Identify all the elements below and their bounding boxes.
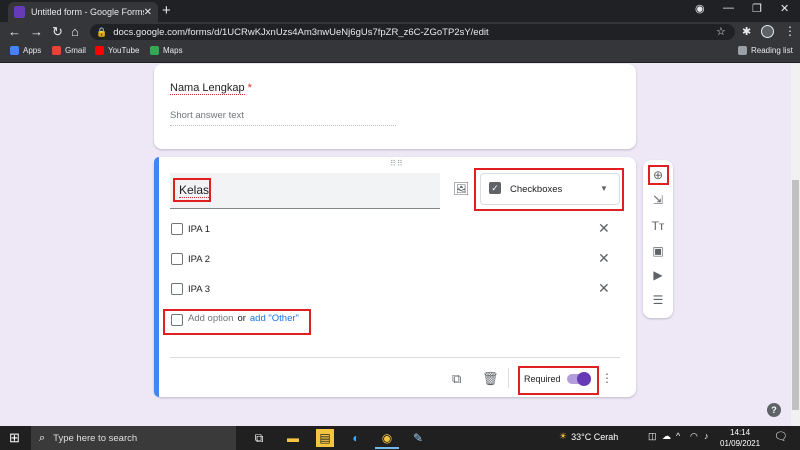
required-asterisk: *: [247, 82, 252, 94]
highlight-title: [173, 178, 211, 202]
extensions-icon[interactable]: ✱: [742, 25, 751, 38]
remove-option-icon[interactable]: ✕: [598, 220, 610, 237]
clock[interactable]: 14:14 01/09/2021: [720, 427, 760, 449]
maps-icon: [150, 46, 159, 55]
remove-option-icon[interactable]: ✕: [598, 250, 610, 267]
add-title-icon[interactable]: Tт: [650, 218, 666, 234]
home-icon[interactable]: ⌂: [71, 24, 79, 39]
option-checkbox: [171, 283, 183, 295]
taskbar-search[interactable]: ⌕ Type here to search: [31, 426, 236, 450]
question-title-text: Nama Lengkap: [170, 82, 245, 95]
highlight-add-question: [648, 165, 669, 185]
bookmark-label: Apps: [23, 46, 42, 55]
chrome-icon[interactable]: ◉: [378, 429, 396, 447]
import-questions-icon[interactable]: ⇲: [650, 192, 666, 208]
tab-title: Untitled form - Google Forms: [31, 7, 144, 17]
bookmark-gmail[interactable]: Gmail: [52, 46, 86, 55]
more-options-icon[interactable]: ⋮: [601, 371, 613, 385]
active-card-accent: [154, 157, 159, 397]
option-label[interactable]: IPA 3: [188, 284, 210, 295]
add-image-icon[interactable]: ▣: [650, 243, 666, 259]
active-app-indicator: [375, 447, 399, 449]
drag-handle-icon[interactable]: ⠿⠿: [390, 159, 404, 168]
restore-button[interactable]: ❐: [752, 2, 762, 15]
highlight-type: [474, 168, 624, 211]
browser-tab[interactable]: Untitled form - Google Forms ✕: [8, 2, 158, 22]
windows-start-icon[interactable]: ⊞: [9, 430, 20, 446]
reading-list-icon: [738, 46, 747, 55]
add-section-icon[interactable]: ☰: [650, 292, 666, 308]
edge-icon[interactable]: ◐: [347, 429, 365, 447]
task-view-icon[interactable]: ⧉: [250, 429, 268, 447]
bookmark-label: YouTube: [108, 46, 140, 55]
forms-favicon-icon: [14, 6, 25, 18]
url-host: docs.google.com: [113, 26, 186, 38]
wifi-icon[interactable]: ◠: [690, 431, 698, 442]
reading-list[interactable]: Reading list: [738, 46, 793, 55]
profile-avatar[interactable]: [761, 25, 774, 38]
bookmark-label: Maps: [163, 46, 183, 55]
option-checkbox: [171, 253, 183, 265]
weather-text: 33°C Cerah: [571, 431, 619, 442]
volume-icon[interactable]: ♪: [704, 431, 709, 441]
forward-icon[interactable]: →: [30, 24, 43, 39]
clock-date: 01/09/2021: [720, 439, 761, 448]
apps-grid-icon: [10, 46, 19, 55]
footer-separator: [508, 368, 509, 388]
highlight-add-option: [163, 309, 311, 335]
gmail-icon: [52, 46, 61, 55]
search-icon: ⌕: [39, 431, 46, 444]
add-image-icon[interactable]: 🖼: [453, 181, 470, 197]
reload-icon[interactable]: ↻: [52, 24, 63, 40]
paint-icon[interactable]: ✎: [409, 429, 427, 447]
clock-time: 14:14: [730, 428, 751, 437]
sun-icon: ☀: [559, 431, 568, 441]
sticky-notes-icon[interactable]: ▤: [316, 429, 334, 447]
back-icon[interactable]: ←: [8, 24, 21, 39]
help-icon[interactable]: ?: [767, 403, 781, 417]
minimize-button[interactable]: —: [723, 2, 734, 14]
question-card-nama[interactable]: [154, 64, 636, 149]
remove-option-icon[interactable]: ✕: [598, 280, 610, 297]
delete-icon[interactable]: 🗑: [482, 371, 499, 387]
notification-icon[interactable]: 🗨: [774, 430, 788, 443]
card-footer-divider: [170, 357, 620, 358]
question-title: Nama Lengkap *: [170, 82, 252, 95]
file-explorer-icon[interactable]: ▬: [284, 429, 302, 447]
youtube-icon: [95, 46, 104, 55]
option-checkbox: [171, 223, 183, 235]
close-tab-icon[interactable]: ✕: [144, 7, 152, 18]
reading-list-label: Reading list: [751, 46, 793, 55]
scrollbar-thumb[interactable]: [792, 180, 799, 410]
highlight-required: [518, 366, 599, 395]
close-window-button[interactable]: ✕: [780, 2, 789, 15]
search-placeholder: Type here to search: [53, 432, 138, 444]
option-label[interactable]: IPA 1: [188, 224, 210, 235]
bookmark-youtube[interactable]: YouTube: [95, 46, 139, 55]
cloud-icon[interactable]: ☁: [662, 431, 671, 442]
new-tab-button[interactable]: +: [162, 2, 171, 19]
lock-icon: 🔒: [96, 26, 108, 37]
add-video-icon[interactable]: ▶: [650, 267, 666, 283]
bookmark-star-icon[interactable]: ☆: [716, 25, 726, 38]
duplicate-icon[interactable]: ⧉: [452, 371, 461, 387]
bookmark-label: Gmail: [65, 46, 86, 55]
weather-widget[interactable]: ☀ 33°C Cerah: [559, 431, 618, 442]
show-hidden-icon[interactable]: ^: [676, 431, 680, 441]
short-answer-placeholder: Short answer text: [170, 110, 396, 126]
bookmark-apps[interactable]: Apps: [10, 46, 41, 55]
browser-menu-icon[interactable]: ⋮: [784, 24, 796, 38]
url-path: /forms/d/1UCRwKJxnUzs4Am3nwUeNj6gUs7fpZR…: [185, 26, 489, 38]
network-icon[interactable]: ◫: [648, 431, 657, 442]
option-label[interactable]: IPA 2: [188, 254, 210, 265]
address-bar[interactable]: 🔒 docs.google.com /forms/d/1UCRwKJxnUzs4…: [90, 24, 735, 40]
tab-search-icon[interactable]: ◉: [695, 2, 705, 15]
bookmark-maps[interactable]: Maps: [150, 46, 183, 55]
